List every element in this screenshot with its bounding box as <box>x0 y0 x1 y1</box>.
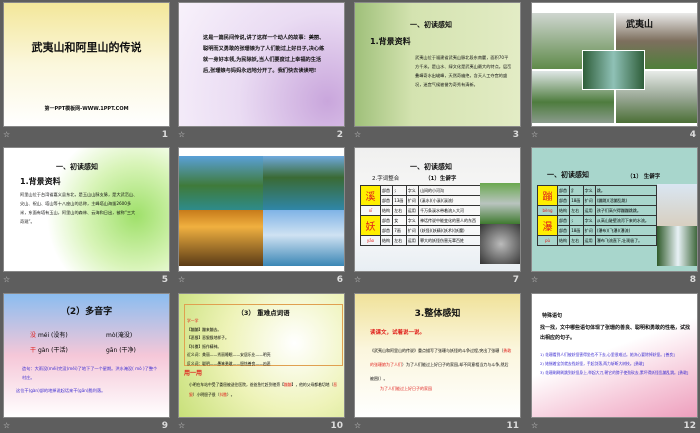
slide-thumbnail-3[interactable]: 一、初读感知 1.背景资料 武夷山位于福建省武夷山脉北段东南麓，面积70平方千米… <box>354 2 521 127</box>
slide-title: 武夷山和阿里山的传说 <box>31 41 142 54</box>
photo-monster <box>480 224 520 264</box>
slide-label-9: ☆ 9 <box>3 421 168 431</box>
slide-label-7: ☆ 7 <box>354 275 519 285</box>
star-icon[interactable]: ☆ <box>178 275 185 284</box>
vocab-list: 学一学 【蹦蹦】蹦来蹦去。 【恶狠】恶狠狠地样子。 【抖擞】振作精神。 近义词：… <box>187 318 271 366</box>
slide-body: 阿里山位于台湾省嘉义县东北，是玉山山脉支脉，是大武峦山、尖山、祝山、塔山等十八座… <box>20 192 138 224</box>
slide-thumbnail-4[interactable]: 武夷山 <box>531 2 698 127</box>
sentence-item: 2) 她揣着宝剑就去找妖怪，手起剑落,两力斩断大树枝。[勇敢] <box>540 361 645 366</box>
slide-thumbnail-1[interactable]: 武夷山和阿里山的传说 第一PPT模板网-WWW.1PPT.COM <box>3 2 170 127</box>
polyphone-row: 没 méi (没有) <box>30 332 68 339</box>
star-icon[interactable]: ☆ <box>3 421 10 430</box>
star-icon[interactable]: ☆ <box>354 421 361 430</box>
slide-heading: 一、初读感知 <box>410 21 452 29</box>
star-icon[interactable]: ☆ <box>178 421 185 430</box>
photo-pavilion <box>263 210 344 266</box>
example-sentence: 这位干(gàn)部的地掉说起话来干(gān)脆利落。 <box>16 388 106 393</box>
prompt: 找一找，文中哪些语句体现了张珊的善良、聪明和勇敢的性格，试找出相应的句子。 <box>540 325 691 341</box>
slide-label-6: ☆ 6 <box>178 275 343 285</box>
photo-blue-river <box>263 156 344 210</box>
star-icon[interactable]: ☆ <box>354 130 361 139</box>
use-heading: 用一用 <box>184 370 203 377</box>
photo-sunset <box>179 210 263 266</box>
slide-heading: 一、初读感知 <box>56 163 98 171</box>
slide-label-4: ☆ 4 <box>531 130 696 140</box>
slide-thumbnail-12[interactable]: 特殊语句 找一找，文中哪些语句体现了张珊的善良、聪明和勇敢的性格，试找出相应的句… <box>531 293 698 418</box>
slide-body: 这是一篇民间传说,讲了这样一个动人的故事：美丽、聪明而又勇敢的张珊娘为了人们能过… <box>203 35 325 74</box>
character-table: 蹦部首⻊字义 跳。 部首 18画 扩词 (蹦跳)(活蹦乱跳) bèng 结构 左右 运用 孩子们… <box>537 185 658 246</box>
sentence-list: 1) 花珊看到人们被妖怪害得坐也不下去,心里很难过。她决心要除掉妖怪。[善良] … <box>540 350 692 377</box>
slide-heading: 一、初读感知 <box>410 163 452 171</box>
slide-label-5: ☆ 5 <box>3 275 168 285</box>
slide-thumbnail-8[interactable]: 一、初读感知 （1） 生僻字 蹦部首⻊字义 跳。 部首 18画 扩词 (蹦跳)(活蹦乱跳… <box>531 147 698 272</box>
photo-waterfall <box>582 50 645 90</box>
star-icon[interactable]: ☆ <box>531 421 538 430</box>
example-sentence: 造句：大雨没(méi)完没(méi)了地下了一个星期。洪水淹没( mò )了整个… <box>22 366 158 380</box>
summary-text: 《武夷山和阿里山的传说》重点描写了张珊与妖怪的斗争过程,突出了张珊（勇敢的张珊娘… <box>370 348 512 381</box>
star-icon[interactable]: ☆ <box>354 275 361 284</box>
prompt: 读课文，试着说一说。 <box>370 330 426 336</box>
slide-title: （2）多音字 <box>60 307 113 317</box>
slide-title: 3.整体感知 <box>414 309 461 319</box>
polyphone-reading: gān (干净) <box>106 347 136 354</box>
vocab-box: （3） 重难点词语 学一学 【蹦蹦】蹦来蹦去。 【恶狠】恶狠狠地样子。 【抖擞】… <box>184 304 343 366</box>
slide-thumbnail-9[interactable]: （2）多音字 没 méi (没有) mò(淹没) 干 gàn (干活) gān … <box>3 293 170 418</box>
slide-label-12: ☆ 12 <box>531 421 696 431</box>
slide-label-10: ☆ 10 <box>178 421 343 431</box>
star-icon[interactable]: ☆ <box>3 275 10 284</box>
character-table: 溪部首氵字义 山间的小河沟 部首 13画 扩词 (溪水)(小溪)(溪流) xī 结构 左右运… <box>360 185 485 246</box>
photo-rock-lake <box>179 156 263 210</box>
photo-waterfall <box>657 226 697 266</box>
answer-note: 为了人们能过上好日子的家园 <box>380 386 432 391</box>
polyphone-row: 干 gàn (干活) <box>30 347 68 354</box>
slide-thumbnail-11[interactable]: 3.整体感知 读课文，试着说一说。 《武夷山和阿里山的传说》重点描写了张珊与妖怪… <box>354 293 521 418</box>
slide-title: （3） 重难点词语 <box>237 309 290 317</box>
photo-stream <box>480 183 520 224</box>
slide-thumbnail-7[interactable]: 一、初读感知 2.字词整合 （1）生僻字 溪部首氵字义 山间的小河沟 部首 13画扩… <box>354 147 521 272</box>
slide-label-8: ☆ 8 <box>531 275 696 285</box>
slide-label-3: ☆ 3 <box>354 130 519 140</box>
polyphone-reading: mò(淹没) <box>106 332 133 339</box>
slide-subheading: 1.背景资料 <box>20 177 61 186</box>
sentence-item: 1) 花珊看到人们被妖怪害得坐也不下去,心里很难过。她决心要除掉妖怪。[善良] <box>540 352 675 357</box>
slide-heading: 一、初读感知 <box>547 171 589 179</box>
star-icon[interactable]: ☆ <box>531 275 538 284</box>
slide-label-2: ☆ 2 <box>178 130 343 140</box>
photo-jumping-people <box>657 184 697 226</box>
slide-subheading: 2.字词整合 <box>372 176 400 182</box>
star-icon[interactable]: ☆ <box>3 130 10 139</box>
sentence-item: 3) 花珊刷刷刷跳到妖怪身上,举起大刀,朝它的脖子使劲砍去,累坏得妖怪乱蹦乱跳。… <box>540 370 689 375</box>
slide-label-1: ☆ 1 <box>3 130 168 140</box>
slide-body: 武夷山位于福建省武夷山脉北段东南麓，面积70平方千米。是山水、绿文化是武夷山最大… <box>415 55 512 87</box>
star-icon[interactable]: ☆ <box>178 130 185 139</box>
photo-caption: 武夷山 <box>626 20 654 30</box>
slide-thumbnail-10[interactable]: （3） 重难点词语 学一学 【蹦蹦】蹦来蹦去。 【恶狠】恶狠狠地样子。 【抖擞】… <box>178 293 345 418</box>
usage-text: 小明在车站中受了委屈被送往医院，爸爸急忙赶到他旁【蹦蹦】，他的父母都着切地（恶狠… <box>189 382 338 397</box>
slide-label-11: ☆ 11 <box>354 421 519 431</box>
slide-section: （1）生僻字 <box>425 176 457 182</box>
slide-subheading: 1.背景资料 <box>370 37 411 46</box>
slide-thumbnail-2[interactable]: 这是一篇民间传说,讲了这样一个动人的故事：美丽、聪明而又勇敢的张珊娘为了人们能过… <box>178 2 345 127</box>
star-icon[interactable]: ☆ <box>531 130 538 139</box>
slide-section: （1） 生僻字 <box>627 174 661 180</box>
slide-heading: 特殊语句 <box>542 313 563 319</box>
slide-thumbnail-6[interactable] <box>178 147 345 272</box>
slide-thumbnail-5[interactable]: 一、初读感知 1.背景资料 阿里山位于台湾省嘉义县东北，是玉山山脉支脉，是大武峦… <box>3 147 170 272</box>
slide-footer: 第一PPT模板网-WWW.1PPT.COM <box>44 106 129 112</box>
